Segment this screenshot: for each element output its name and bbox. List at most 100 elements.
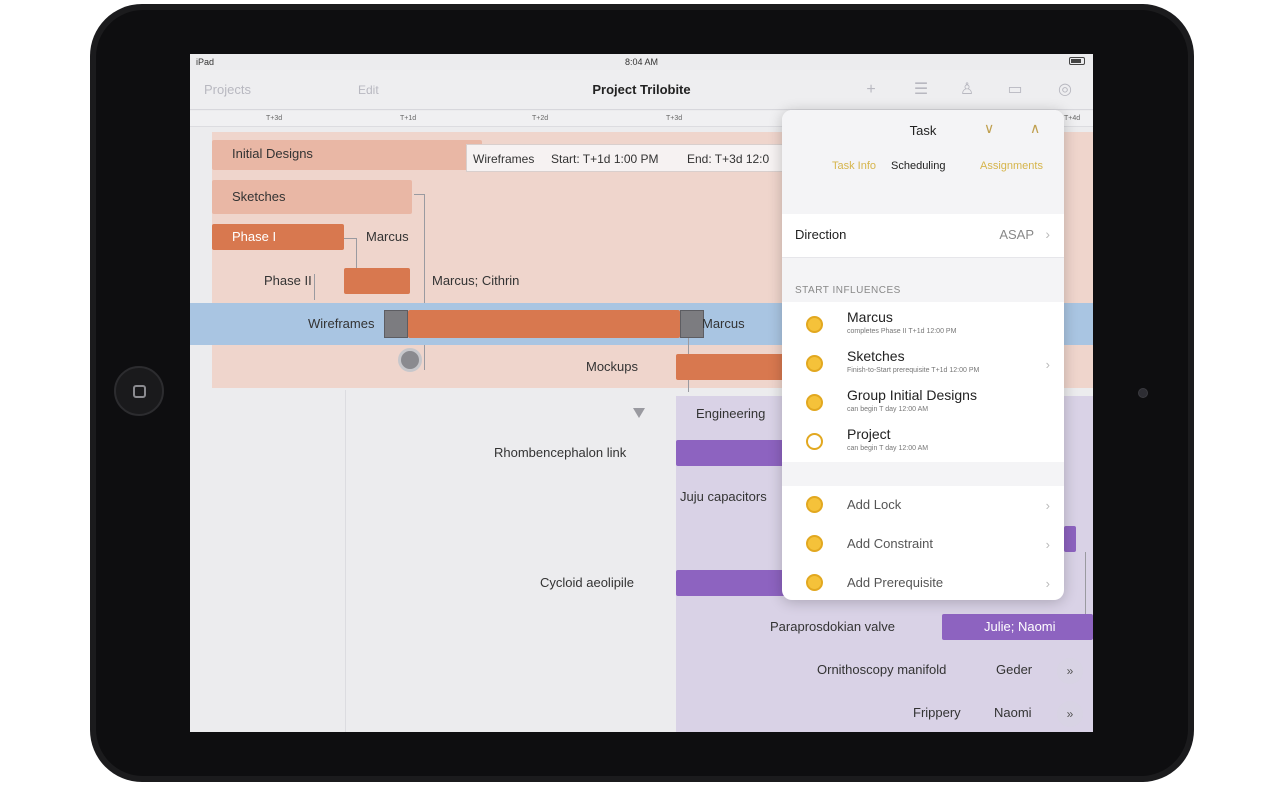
camera-icon	[1138, 388, 1148, 398]
task-label-juju: Juju capacitors	[680, 489, 767, 504]
task-bar-juju[interactable]	[1064, 526, 1076, 552]
assignee-label: Geder	[996, 662, 1033, 677]
assignee-label: Marcus; Cithrin	[432, 273, 520, 288]
task-bar-cycloid[interactable]	[676, 570, 786, 596]
dependency-line	[414, 194, 424, 195]
task-label-initial-designs: Initial Designs	[232, 146, 313, 161]
group-label-engineering: Engineering	[696, 406, 766, 421]
dependency-connector-knob[interactable]	[398, 348, 422, 372]
assignee-label: Julie; Naomi	[984, 619, 1056, 634]
task-label-sketches: Sketches	[232, 189, 286, 204]
task-label-phase-2: Phase II	[264, 273, 312, 288]
assignee-label: Naomi	[994, 705, 1032, 720]
chevron-right-icon: ›	[1045, 576, 1050, 591]
tick-label: T+3d	[666, 115, 683, 122]
task-inspector-popover: Task ∨ ∧ Task Info Scheduling Assignment…	[782, 110, 1064, 600]
tab-task-info[interactable]: Task Info	[832, 160, 876, 172]
task-bar-phase-2[interactable]	[344, 268, 410, 294]
more-button[interactable]: »	[1057, 701, 1083, 727]
task-bar-mockups[interactable]	[676, 354, 796, 380]
tick-label: T+4d	[1064, 115, 1081, 122]
dependency-line	[344, 238, 356, 239]
prerequisite-icon	[806, 355, 823, 372]
lock-icon	[806, 496, 823, 513]
dependency-line	[688, 380, 689, 392]
direction-row[interactable]: Direction ASAP ›	[782, 214, 1064, 258]
task-label-ornithoscopy: Ornithoscopy manifold	[817, 662, 947, 677]
influence-item[interactable]: Marcus completes Phase II T+1d 12:00 PM	[782, 306, 1064, 345]
resources-icon[interactable]: ♙	[956, 80, 978, 100]
influence-item[interactable]: Project can begin T day 12:00 AM	[782, 423, 1064, 462]
influence-name: Marcus	[847, 309, 893, 325]
assignee-label: Marcus	[366, 229, 409, 244]
tick-label: T+1d	[400, 115, 417, 122]
task-label-paraprosdokian: Paraprosdokian valve	[770, 619, 896, 634]
direction-label: Direction	[795, 227, 847, 242]
clock: 8:04 AM	[624, 57, 659, 67]
drag-handle-start[interactable]	[384, 310, 408, 338]
group-icon	[806, 394, 823, 411]
column-divider	[345, 390, 346, 732]
battery-icon	[1069, 57, 1085, 65]
tick-label: T+2d	[532, 115, 549, 122]
drag-handle-end[interactable]	[680, 310, 704, 338]
task-bar-rhombencephalon[interactable]	[676, 440, 786, 466]
calendar-icon[interactable]: ▭	[1004, 80, 1026, 100]
add-constraint-row[interactable]: Add Constraint ›	[782, 525, 1064, 564]
tooltip-start: Start: T+1d 1:00 PM	[551, 152, 659, 166]
chevron-right-icon: ›	[1045, 226, 1050, 242]
influence-name: Sketches	[847, 348, 905, 364]
add-prerequisite-label: Add Prerequisite	[847, 575, 944, 590]
tooltip-name: Wireframes	[473, 152, 535, 166]
status-bar: iPad 8:04 AM	[190, 54, 1093, 70]
tab-scheduling[interactable]: Scheduling	[891, 160, 945, 172]
constraint-icon	[806, 535, 823, 552]
project-icon	[806, 433, 823, 450]
add-icon[interactable]: +	[860, 80, 882, 100]
collapse-triangle-icon[interactable]	[633, 408, 645, 418]
home-button[interactable]	[114, 366, 164, 416]
popover-header: Task ∨ ∧ Task Info Scheduling Assignment…	[782, 110, 1064, 208]
add-constraint-label: Add Constraint	[847, 536, 933, 551]
dependency-line	[314, 274, 315, 300]
influence-detail: completes Phase II T+1d 12:00 PM	[847, 328, 957, 335]
influence-detail: Finish-to-Start prerequisite T+1d 12:00 …	[847, 367, 980, 374]
influence-name: Project	[847, 426, 891, 442]
dependency-line	[356, 238, 357, 268]
task-label-wireframes: Wireframes	[308, 316, 375, 331]
task-label-phase-1: Phase I	[232, 229, 277, 244]
view-options-icon[interactable]: ◎	[1054, 80, 1076, 100]
task-label-cycloid: Cycloid aeolipile	[540, 575, 634, 590]
prerequisite-add-icon	[806, 574, 823, 591]
task-tooltip: Wireframes Start: T+1d 1:00 PM End: T+3d…	[466, 144, 786, 172]
inspector-icon[interactable]: ☰	[910, 80, 932, 100]
chevron-right-icon: ›	[1045, 357, 1050, 372]
chevron-right-icon: ›	[1045, 498, 1050, 513]
chevron-down-icon[interactable]: ∨	[984, 120, 994, 137]
chevron-up-icon[interactable]: ∧	[1030, 120, 1040, 137]
add-lock-label: Add Lock	[847, 497, 902, 512]
task-bar-wireframes[interactable]	[408, 310, 680, 338]
add-lock-row[interactable]: Add Lock ›	[782, 486, 1064, 525]
section-spacer	[782, 462, 1064, 486]
dependency-line	[1085, 552, 1086, 618]
direction-value: ASAP	[999, 227, 1034, 242]
influence-name: Group Initial Designs	[847, 387, 977, 403]
task-label-rhombencephalon: Rhombencephalon link	[494, 445, 627, 460]
add-prerequisite-row[interactable]: Add Prerequisite ›	[782, 564, 1064, 600]
tick-label: T+3d	[266, 115, 283, 122]
more-button[interactable]: »	[1057, 658, 1083, 684]
task-label-mockups: Mockups	[586, 359, 639, 374]
person-icon	[806, 316, 823, 333]
chevron-right-icon: ›	[1045, 537, 1050, 552]
task-label-frippery: Frippery	[913, 705, 961, 720]
tab-assignments[interactable]: Assignments	[980, 160, 1043, 172]
toolbar: Projects Edit Project Trilobite + ☰ ♙ ▭ …	[190, 70, 1093, 110]
start-influences-header: START INFLUENCES	[795, 285, 901, 296]
influence-detail: can begin T day 12:00 AM	[847, 445, 929, 452]
influence-item[interactable]: Group Initial Designs can begin T day 12…	[782, 384, 1064, 423]
influence-detail: can begin T day 12:00 AM	[847, 406, 929, 413]
home-square-icon	[133, 385, 146, 398]
popover-title: Task	[909, 123, 937, 138]
influence-item[interactable]: Sketches Finish-to-Start prerequisite T+…	[782, 345, 1064, 384]
